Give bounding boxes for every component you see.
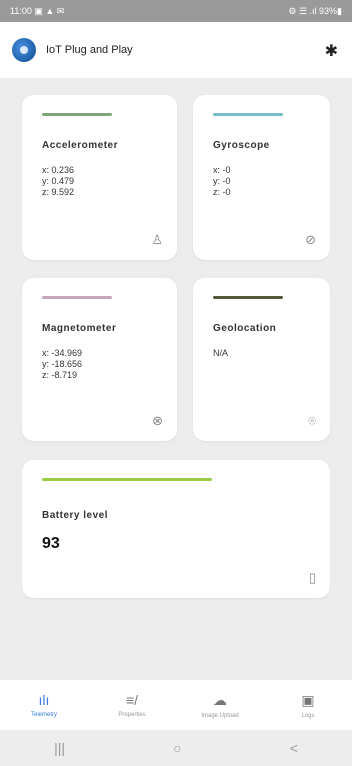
battery-icon: ▯ [308, 570, 316, 585]
magnetometer-z: z: -8.719 [42, 370, 78, 380]
gyroscope-y: y: -0 [213, 176, 231, 186]
geolocation-color-bar [213, 296, 283, 299]
geolocation-values: N/A [213, 348, 228, 359]
geolocation-value: N/A [213, 348, 229, 358]
person-icon: ♙ [151, 232, 163, 247]
cloud-upload-icon: ☁ [213, 691, 227, 708]
magnetometer-color-bar [42, 296, 112, 299]
battery-value: 93 [42, 535, 60, 552]
app-logo-icon [12, 38, 36, 62]
gyroscope-color-bar [213, 113, 283, 116]
status-left: 11:00 ▣ ▲ ✉ [10, 6, 64, 17]
status-right: ⚙ ☰ .ıl 93%▮ [288, 6, 342, 17]
geolocation-card[interactable]: Geolocation N/A ⌾ [193, 278, 330, 441]
nav-logs-label: Logs [301, 712, 315, 719]
accelerometer-card[interactable]: Accelerometer x: 0.236 y: 0.479 z: 9.592… [22, 95, 177, 260]
accelerometer-x: x: 0.236 [42, 165, 75, 175]
gyroscope-x: x: -0 [213, 165, 231, 175]
gyroscope-card[interactable]: Gyroscope x: -0 y: -0 z: -0 ⊘ [193, 95, 330, 260]
compass-icon: ⊘ [305, 232, 316, 247]
home-button[interactable]: ○ [173, 740, 181, 756]
app-title: IoT Plug and Play [46, 44, 133, 56]
recents-button[interactable]: ||| [54, 740, 65, 756]
accelerometer-y: y: 0.479 [42, 176, 75, 186]
magnetometer-x: x: -34.969 [42, 348, 83, 358]
battery-color-bar [42, 478, 212, 481]
nav-properties-label: Properties [118, 712, 146, 718]
system-navigation-bar: ||| ○ < [0, 730, 352, 766]
nav-telemetry[interactable]: ılı Telemetry [0, 680, 88, 730]
gear-icon[interactable]: ✱ [325, 41, 338, 61]
accelerometer-values: x: 0.236 y: 0.479 z: 9.592 [42, 165, 74, 198]
accelerometer-title: Accelerometer [42, 140, 118, 151]
gyroscope-z: z: -0 [213, 187, 231, 197]
gyroscope-title: Gyroscope [213, 140, 270, 151]
app-header: IoT Plug and Play ✱ [0, 22, 352, 78]
status-time: 11:00 [10, 5, 32, 16]
magnet-icon: ⊗ [152, 413, 163, 428]
nav-image-upload-label: Image Upload [201, 712, 239, 719]
battery-card[interactable]: Battery level 93 ▯ [22, 460, 330, 598]
bottom-navigation: ılı Telemetry ≡/ Properties ☁ Image Uplo… [0, 680, 352, 730]
gyroscope-values: x: -0 y: -0 z: -0 [213, 165, 231, 198]
status-bar: 11:00 ▣ ▲ ✉ ⚙ ☰ .ıl 93%▮ [0, 0, 352, 22]
accelerometer-z: z: 9.592 [42, 187, 75, 197]
location-pin-icon: ⌾ [308, 413, 316, 428]
terminal-icon: ▣ [301, 691, 315, 708]
nav-logs[interactable]: ▣ Logs [264, 680, 352, 730]
magnetometer-values: x: -34.969 y: -18.656 z: -8.719 [42, 348, 82, 381]
status-system-icons: ⚙ ☰ .ıl 93%▮ [288, 5, 342, 16]
status-notification-icons: ▣ ▲ ✉ [34, 5, 65, 16]
magnetometer-card[interactable]: Magnetometer x: -34.969 y: -18.656 z: -8… [22, 278, 177, 441]
edit-list-icon: ≡/ [125, 692, 139, 708]
bar-chart-icon: ılı [38, 692, 50, 708]
magnetometer-y: y: -18.656 [42, 359, 83, 369]
battery-title: Battery level [42, 510, 108, 521]
accelerometer-color-bar [42, 113, 112, 116]
nav-telemetry-label: Telemetry [30, 712, 57, 718]
nav-properties[interactable]: ≡/ Properties [88, 680, 176, 730]
nav-image-upload[interactable]: ☁ Image Upload [176, 680, 264, 730]
magnetometer-title: Magnetometer [42, 323, 117, 334]
back-button[interactable]: < [290, 740, 298, 756]
geolocation-title: Geolocation [213, 323, 277, 334]
